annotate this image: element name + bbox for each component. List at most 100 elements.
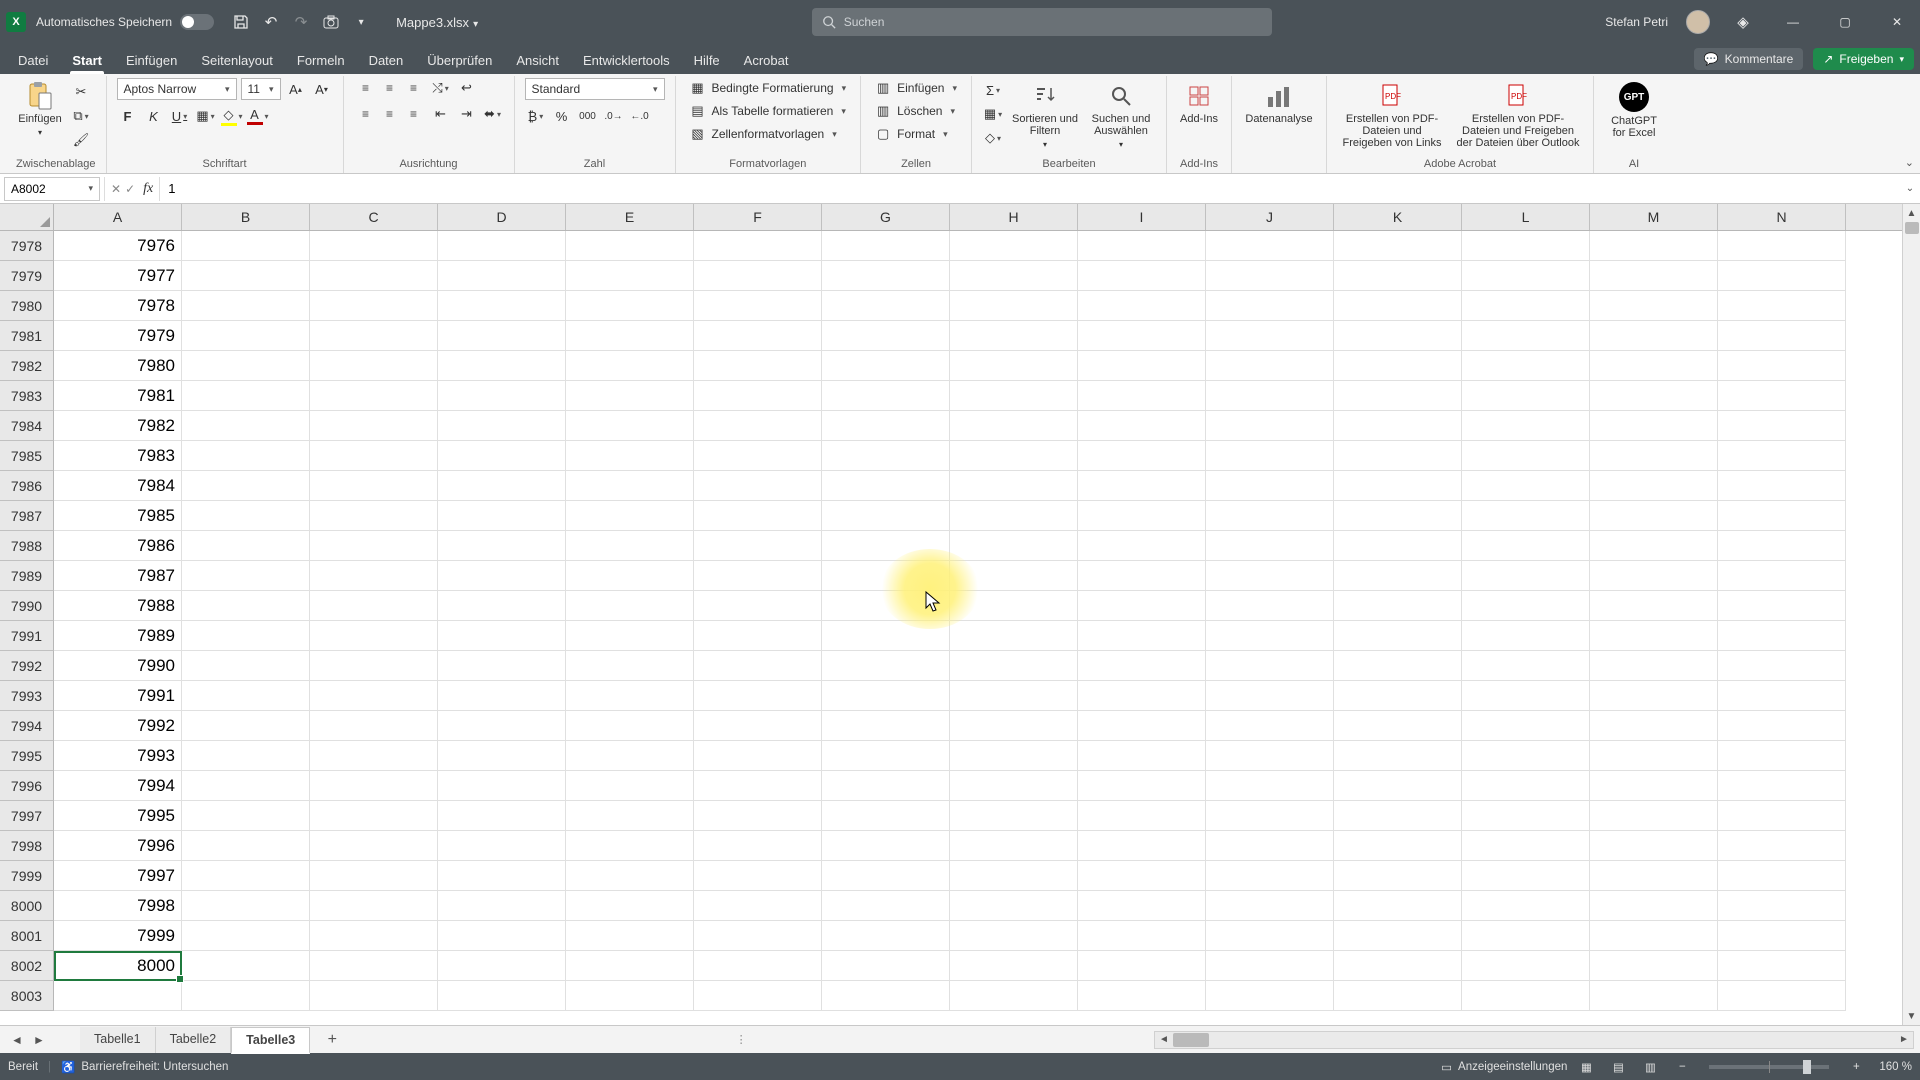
- row-header[interactable]: 7999: [0, 861, 54, 891]
- cell[interactable]: [566, 351, 694, 381]
- cell[interactable]: [1078, 591, 1206, 621]
- cell[interactable]: [182, 711, 310, 741]
- cell[interactable]: [182, 531, 310, 561]
- cell[interactable]: [1462, 801, 1590, 831]
- cell[interactable]: [1078, 951, 1206, 981]
- row-header[interactable]: 7997: [0, 801, 54, 831]
- increase-indent-button[interactable]: ⇥: [456, 104, 478, 124]
- page-layout-view-button[interactable]: ▤: [1605, 1057, 1631, 1077]
- cell[interactable]: [566, 891, 694, 921]
- cell[interactable]: [566, 861, 694, 891]
- cell[interactable]: 7983: [54, 441, 182, 471]
- cell[interactable]: [950, 801, 1078, 831]
- cell[interactable]: [1462, 861, 1590, 891]
- cell[interactable]: [1462, 831, 1590, 861]
- cell[interactable]: [822, 291, 950, 321]
- cell[interactable]: [950, 681, 1078, 711]
- cell[interactable]: [182, 831, 310, 861]
- orientation-button[interactable]: ⤭: [430, 78, 452, 98]
- cell[interactable]: [566, 291, 694, 321]
- cell[interactable]: [1206, 741, 1334, 771]
- cell[interactable]: [182, 651, 310, 681]
- cell[interactable]: 7978: [54, 291, 182, 321]
- column-header[interactable]: J: [1206, 204, 1334, 230]
- cell[interactable]: [182, 501, 310, 531]
- cell[interactable]: [1078, 921, 1206, 951]
- cell[interactable]: [1206, 291, 1334, 321]
- cell[interactable]: [1078, 411, 1206, 441]
- cell[interactable]: [950, 771, 1078, 801]
- fill-button[interactable]: ▦: [982, 104, 1004, 124]
- row-header[interactable]: 7987: [0, 501, 54, 531]
- cell[interactable]: [822, 921, 950, 951]
- cell[interactable]: [1718, 351, 1846, 381]
- cell[interactable]: [1334, 621, 1462, 651]
- cell[interactable]: [310, 411, 438, 441]
- cell[interactable]: [950, 231, 1078, 261]
- cell[interactable]: [182, 591, 310, 621]
- cell[interactable]: [1590, 231, 1718, 261]
- cell[interactable]: [1206, 591, 1334, 621]
- cell[interactable]: [566, 771, 694, 801]
- cell[interactable]: [1206, 441, 1334, 471]
- cell[interactable]: [310, 771, 438, 801]
- cell[interactable]: [1718, 321, 1846, 351]
- format-as-table-button[interactable]: ▤Als Tabelle formatieren▾: [686, 101, 851, 121]
- cell[interactable]: [1462, 651, 1590, 681]
- cell[interactable]: [950, 501, 1078, 531]
- cell[interactable]: [1078, 801, 1206, 831]
- cell[interactable]: [438, 531, 566, 561]
- cell[interactable]: [822, 891, 950, 921]
- cell[interactable]: [566, 321, 694, 351]
- cell[interactable]: 7995: [54, 801, 182, 831]
- zoom-level[interactable]: 160 %: [1879, 1061, 1912, 1073]
- cell[interactable]: [310, 951, 438, 981]
- camera-icon[interactable]: [318, 9, 344, 35]
- cell[interactable]: 7980: [54, 351, 182, 381]
- cell[interactable]: [1334, 501, 1462, 531]
- cell[interactable]: [1590, 531, 1718, 561]
- hscroll-left-button[interactable]: ◄: [1155, 1034, 1173, 1045]
- cell[interactable]: [310, 591, 438, 621]
- cell[interactable]: [438, 381, 566, 411]
- cell[interactable]: [822, 801, 950, 831]
- cell[interactable]: [1206, 771, 1334, 801]
- font-size-combo[interactable]: 11▾: [241, 78, 281, 100]
- name-box[interactable]: A8002▾: [4, 177, 100, 201]
- cell[interactable]: [822, 561, 950, 591]
- row-header[interactable]: 7983: [0, 381, 54, 411]
- cell[interactable]: 7996: [54, 831, 182, 861]
- column-header[interactable]: L: [1462, 204, 1590, 230]
- cell[interactable]: [566, 381, 694, 411]
- zoom-in-button[interactable]: +: [1843, 1057, 1869, 1077]
- align-top-button[interactable]: ≡: [354, 78, 378, 98]
- cell[interactable]: [182, 621, 310, 651]
- cell[interactable]: [1334, 441, 1462, 471]
- cell[interactable]: [566, 711, 694, 741]
- cell[interactable]: [1078, 381, 1206, 411]
- status-accessibility[interactable]: Barrierefreiheit: Untersuchen: [81, 1061, 228, 1073]
- cell[interactable]: [694, 621, 822, 651]
- file-name[interactable]: Mappe3.xlsx▾: [396, 15, 478, 30]
- cell[interactable]: [310, 441, 438, 471]
- cell[interactable]: [1462, 411, 1590, 441]
- cell[interactable]: [694, 231, 822, 261]
- cell[interactable]: [822, 261, 950, 291]
- sheet-nav-next-button[interactable]: ►: [28, 1030, 50, 1050]
- cell[interactable]: [438, 711, 566, 741]
- cell[interactable]: [950, 561, 1078, 591]
- cell[interactable]: [1590, 411, 1718, 441]
- zoom-out-button[interactable]: −: [1669, 1057, 1695, 1077]
- cell[interactable]: [1078, 681, 1206, 711]
- cell[interactable]: [438, 681, 566, 711]
- delete-cells-button[interactable]: ▥Löschen▾: [871, 101, 961, 121]
- cell[interactable]: [694, 981, 822, 1011]
- cell[interactable]: [310, 801, 438, 831]
- cell[interactable]: 7984: [54, 471, 182, 501]
- cell[interactable]: [182, 261, 310, 291]
- cell[interactable]: [438, 831, 566, 861]
- cell[interactable]: [1078, 651, 1206, 681]
- cell[interactable]: [310, 621, 438, 651]
- ribbon-tab-formeln[interactable]: Formeln: [285, 47, 357, 74]
- cell[interactable]: [1590, 861, 1718, 891]
